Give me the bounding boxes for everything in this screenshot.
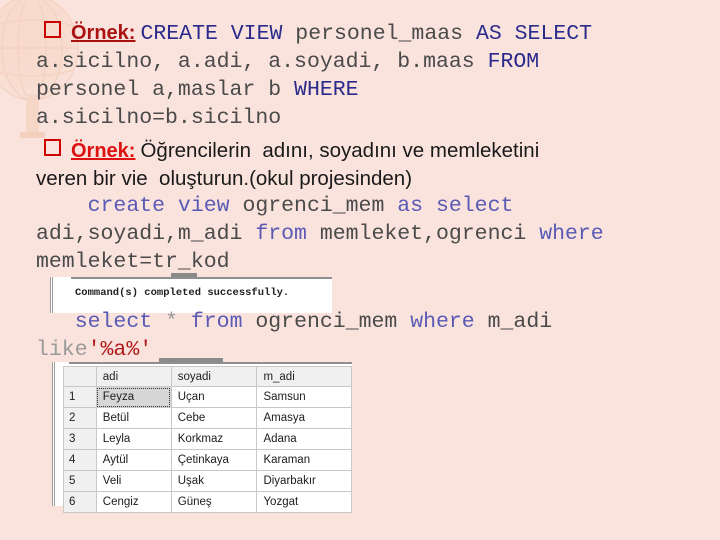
example-1-sql-line-1: CREATE VIEW personel_maas AS SELECT	[140, 22, 593, 46]
cell-m-adi[interactable]: Adana	[256, 428, 352, 450]
cell-m-adi[interactable]: Yozgat	[256, 491, 352, 513]
column-header-soyadi[interactable]: soyadi	[170, 366, 258, 387]
example-1-sql-line-4: a.sicilno=b.sicilno	[36, 106, 282, 130]
example-1-label: Örnek:	[71, 22, 136, 44]
cell-soyadi[interactable]: Çetinkaya	[170, 449, 258, 471]
square-bullet-icon	[44, 139, 61, 156]
cell-soyadi[interactable]: Güneş	[170, 491, 258, 513]
cell-m-adi[interactable]: Diyarbakır	[256, 470, 352, 492]
query-2-line-1: select * from ogrenci_mem where m_adi	[74, 310, 553, 334]
cell-adi[interactable]: Leyla	[95, 428, 172, 450]
query-2-line-2: like'%a%'	[36, 338, 153, 362]
panel-top-edge	[71, 277, 332, 279]
row-number[interactable]: 4	[63, 449, 97, 471]
cell-adi[interactable]: Veli	[95, 470, 172, 492]
cell-soyadi[interactable]: Uşak	[170, 470, 258, 492]
table-row[interactable]: 3 Leyla Korkmaz Adana	[63, 428, 352, 450]
example-1-sql-line-3: personel a,maslar b WHERE	[36, 78, 359, 102]
row-number[interactable]: 6	[63, 491, 97, 513]
table-row[interactable]: 4 Aytül Çetinkaya Karaman	[63, 449, 352, 471]
column-header-m-adi[interactable]: m_adi	[256, 366, 352, 387]
cell-adi[interactable]: Betül	[95, 407, 172, 429]
row-number[interactable]: 1	[63, 386, 97, 408]
cell-m-adi[interactable]: Amasya	[256, 407, 352, 429]
example-2-prompt-line-2: veren bir vie oluşturun.(okul projesinde…	[36, 167, 413, 190]
cell-soyadi[interactable]: Korkmaz	[170, 428, 258, 450]
table-row[interactable]: 1 Feyza Uçan Samsun	[63, 386, 352, 408]
example-2-sql-line-3: memleket=tr_kod	[36, 250, 230, 274]
example-2-sql-line-1: create view ogrenci_mem as select	[87, 194, 514, 218]
results-table: adi soyadi m_adi 1 Feyza Uçan Samsun 2 B…	[63, 366, 352, 513]
cell-m-adi[interactable]: Karaman	[256, 449, 352, 471]
panel-tab-handle	[171, 273, 197, 277]
example-1-sql-line-2: a.sicilno, a.adi, a.soyadi, b.maas FROM	[36, 50, 540, 74]
results-table-body: 1 Feyza Uçan Samsun 2 Betül Cebe Amasya …	[63, 386, 352, 513]
panel-tab-handle	[159, 358, 223, 362]
table-row[interactable]: 2 Betül Cebe Amasya	[63, 407, 352, 429]
results-header-row: adi soyadi m_adi	[63, 366, 352, 387]
row-header-corner	[63, 366, 97, 387]
table-row[interactable]: 5 Veli Uşak Diyarbakır	[63, 470, 352, 492]
example-2-heading-row: Örnek: Öğrencilerin adını, soyadını ve m…	[44, 137, 539, 164]
example-1-heading-row: Örnek: CREATE VIEW personel_maas AS SELE…	[44, 20, 592, 48]
cell-adi[interactable]: Aytül	[95, 449, 172, 471]
slide-canvas: Örnek: CREATE VIEW personel_maas AS SELE…	[0, 0, 720, 540]
cell-adi[interactable]: Cengiz	[95, 491, 172, 513]
example-2-sql-line-2: adi,soyadi,m_adi from memleket,ogrenci w…	[36, 222, 604, 246]
row-number[interactable]: 5	[63, 470, 97, 492]
panel-top-edge	[69, 362, 352, 364]
cell-soyadi[interactable]: Uçan	[170, 386, 258, 408]
example-2-label: Örnek:	[71, 140, 136, 162]
row-number[interactable]: 2	[63, 407, 97, 429]
command-result-message: Command(s) completed successfully.	[75, 287, 290, 299]
results-grid-panel: adi soyadi m_adi 1 Feyza Uçan Samsun 2 B…	[52, 358, 352, 513]
column-header-adi[interactable]: adi	[95, 366, 172, 387]
table-row[interactable]: 6 Cengiz Güneş Yozgat	[63, 491, 352, 513]
square-bullet-icon	[44, 21, 61, 38]
row-number[interactable]: 3	[63, 428, 97, 450]
cell-soyadi[interactable]: Cebe	[170, 407, 258, 429]
cell-adi[interactable]: Feyza	[95, 386, 172, 408]
cell-m-adi[interactable]: Samsun	[256, 386, 352, 408]
example-2-prompt-line-1: Öğrencilerin adını, soyadını ve memleket…	[140, 139, 540, 162]
results-table-head: adi soyadi m_adi	[63, 366, 352, 387]
